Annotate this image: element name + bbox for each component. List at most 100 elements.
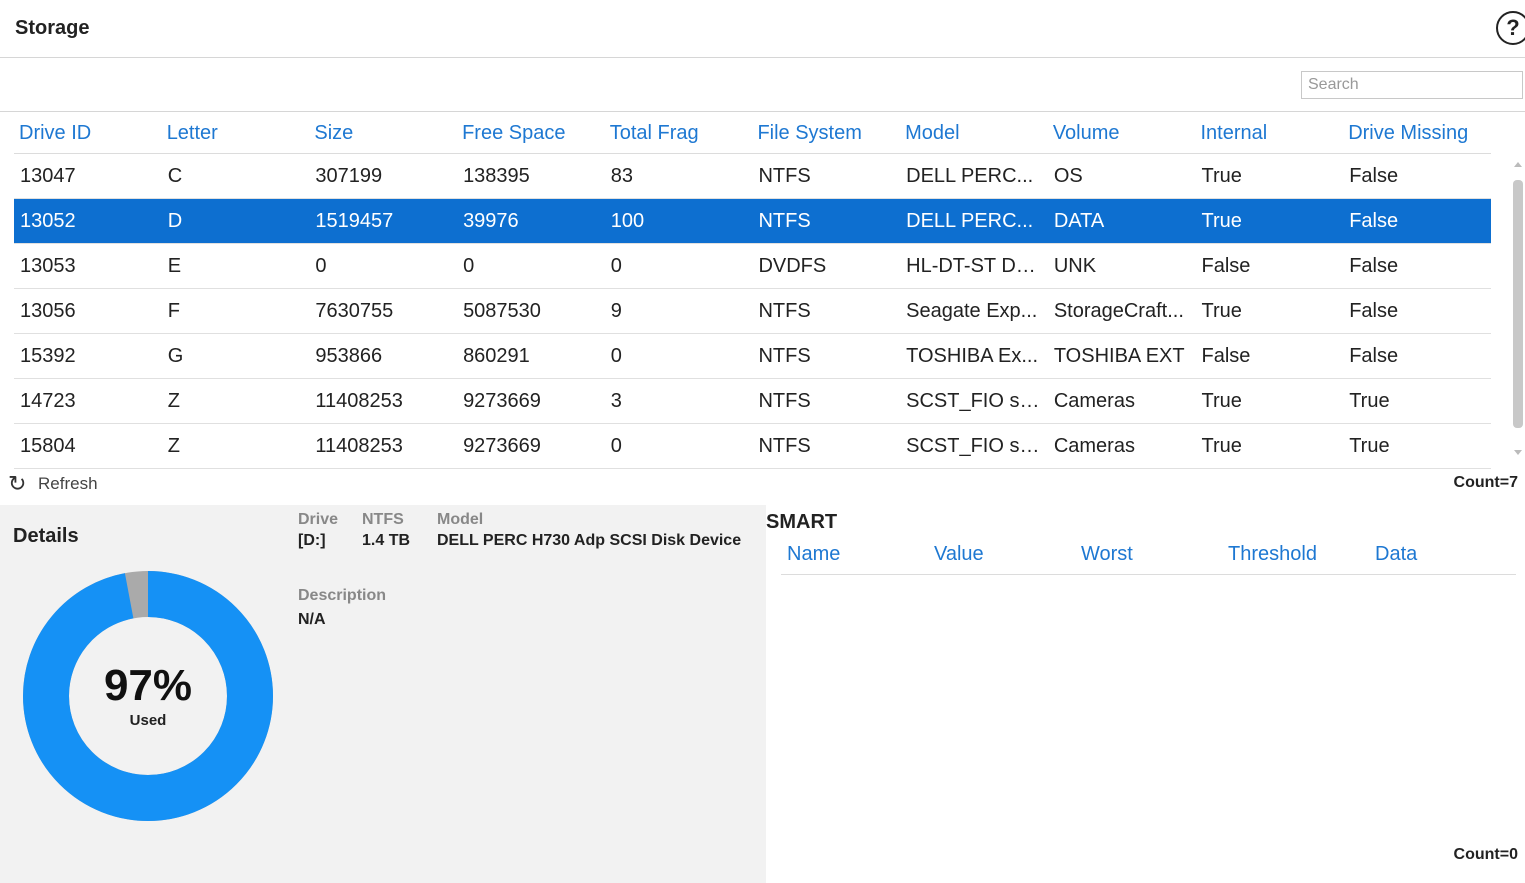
table-cell: True bbox=[1201, 300, 1242, 322]
table-cell: 1519457 bbox=[315, 210, 394, 232]
grid-body: 13047 C 307199 138395 83 NTFS DELL PERC... OS Tr… bbox=[14, 154, 1491, 469]
table-cell: False bbox=[1201, 345, 1251, 367]
table-cell: NTFS bbox=[758, 435, 811, 457]
table-cell: 15804 bbox=[20, 435, 76, 457]
table-cell: 11408253 bbox=[315, 435, 403, 457]
help-icon[interactable]: ? bbox=[1496, 11, 1525, 45]
column-header-letter[interactable]: Letter bbox=[162, 112, 310, 153]
table-cell: SCST_FIO sp... bbox=[906, 435, 1048, 457]
used-percent: 97% bbox=[103, 661, 193, 710]
table-cell: 860291 bbox=[463, 345, 530, 367]
table-cell: 9 bbox=[610, 300, 622, 322]
table-cell: False bbox=[1349, 210, 1399, 232]
table-cell: C bbox=[167, 165, 183, 187]
table-row[interactable]: 14723 Z 11408253 9273669 3 NTFS SCST_FIO sp...… bbox=[14, 379, 1491, 424]
scroll-down-arrow-icon[interactable] bbox=[1514, 450, 1522, 455]
table-cell: Seagate Exp... bbox=[906, 300, 1038, 322]
drive-grid: Drive ID Letter Size Free Space Total Fr… bbox=[14, 112, 1491, 469]
table-cell: 83 bbox=[610, 165, 633, 187]
table-cell: 3 bbox=[610, 390, 622, 412]
table-cell: 307199 bbox=[315, 165, 383, 187]
table-cell: DVDFS bbox=[758, 255, 827, 277]
table-cell: E bbox=[167, 255, 182, 277]
table-cell: HL-DT-ST DV... bbox=[906, 255, 1044, 277]
table-cell: UNK bbox=[1053, 255, 1097, 277]
description-value: N/A bbox=[298, 611, 326, 628]
table-cell: True bbox=[1201, 210, 1242, 232]
table-cell: 7630755 bbox=[315, 300, 394, 322]
table-cell: True bbox=[1201, 435, 1242, 457]
refresh-button[interactable]: ↻ Refresh bbox=[8, 472, 98, 496]
table-cell: True bbox=[1349, 390, 1390, 412]
filesystem-size-value: 1.4 TB bbox=[362, 532, 411, 549]
column-header-size[interactable]: Size bbox=[309, 112, 457, 153]
table-cell: DELL PERC... bbox=[906, 165, 1034, 187]
table-cell: 100 bbox=[610, 210, 645, 232]
drive-label: Drive bbox=[298, 511, 339, 528]
column-header-total-frag[interactable]: Total Frag bbox=[605, 112, 753, 153]
table-row[interactable]: 13053 E 0 0 0 DVDFS HL-DT-ST DV... UNK False Fals… bbox=[14, 244, 1491, 289]
refresh-icon: ↻ bbox=[8, 471, 27, 496]
table-cell: False bbox=[1349, 255, 1399, 277]
table-cell: Cameras bbox=[1053, 435, 1135, 457]
table-cell: 11408253 bbox=[315, 390, 403, 412]
table-cell: TOSHIBA Ex... bbox=[906, 345, 1039, 367]
drive-value: [D:] bbox=[298, 532, 326, 549]
table-cell: NTFS bbox=[758, 300, 811, 322]
smart-column-worst[interactable]: Worst bbox=[1075, 533, 1222, 574]
table-cell: 39976 bbox=[463, 210, 519, 232]
column-header-drive-id[interactable]: Drive ID bbox=[14, 112, 162, 153]
smart-column-value[interactable]: Value bbox=[928, 533, 1075, 574]
smart-column-data[interactable]: Data bbox=[1369, 533, 1516, 574]
table-cell: OS bbox=[1053, 165, 1083, 187]
table-cell: True bbox=[1201, 390, 1242, 412]
used-label: Used bbox=[129, 712, 167, 729]
table-cell: False bbox=[1201, 255, 1251, 277]
column-header-internal[interactable]: Internal bbox=[1196, 112, 1344, 153]
model-label: Model bbox=[437, 511, 484, 528]
table-cell: Z bbox=[167, 435, 180, 457]
filesystem-label: NTFS bbox=[362, 511, 404, 528]
scroll-thumb[interactable] bbox=[1513, 180, 1523, 428]
table-cell: NTFS bbox=[758, 390, 811, 412]
table-cell: NTFS bbox=[758, 210, 811, 232]
column-header-model[interactable]: Model bbox=[900, 112, 1048, 153]
table-cell: True bbox=[1349, 435, 1390, 457]
column-header-file-system[interactable]: File System bbox=[752, 112, 900, 153]
table-cell: 9273669 bbox=[463, 390, 541, 412]
table-cell: 138395 bbox=[463, 165, 530, 187]
search-bar bbox=[0, 58, 1525, 112]
smart-column-name[interactable]: Name bbox=[781, 533, 928, 574]
table-cell: D bbox=[167, 210, 183, 232]
table-row[interactable]: 15392 G 953866 860291 0 NTFS TOSHIBA Ex... TOSH… bbox=[14, 334, 1491, 379]
table-cell: NTFS bbox=[758, 165, 811, 187]
table-cell: 0 bbox=[610, 345, 622, 367]
table-cell: 5087530 bbox=[463, 300, 541, 322]
table-row[interactable]: 15804 Z 11408253 9273669 0 NTFS SCST_FIO sp...… bbox=[14, 424, 1491, 469]
table-cell: False bbox=[1349, 300, 1399, 322]
smart-count: Count=0 bbox=[1453, 846, 1518, 863]
table-cell: 9273669 bbox=[463, 435, 541, 457]
column-header-free-space[interactable]: Free Space bbox=[457, 112, 605, 153]
page-header: Storage ? bbox=[0, 0, 1525, 58]
smart-column-threshold[interactable]: Threshold bbox=[1222, 533, 1369, 574]
table-cell: 13047 bbox=[20, 165, 76, 187]
smart-panel: SMART Name Value Worst Threshold Data Co… bbox=[766, 505, 1525, 883]
refresh-label: Refresh bbox=[38, 474, 98, 493]
table-row[interactable]: 13047 C 307199 138395 83 NTFS DELL PERC... OS Tr… bbox=[14, 154, 1491, 199]
table-cell: False bbox=[1349, 345, 1399, 367]
table-cell: NTFS bbox=[758, 345, 811, 367]
table-cell: 0 bbox=[315, 255, 327, 277]
scroll-up-arrow-icon[interactable] bbox=[1514, 162, 1522, 167]
details-panel: Details 97% Used Drive [D:] NTFS 1.4 TB … bbox=[0, 505, 766, 883]
page-title: Storage bbox=[15, 17, 90, 39]
table-cell: 0 bbox=[463, 255, 475, 277]
grid-scrollbar[interactable] bbox=[1510, 156, 1525, 461]
table-row[interactable]: 13052 D 1519457 39976 100 NTFS DELL PERC... DAT… bbox=[14, 199, 1491, 244]
table-cell: StorageCraft... bbox=[1053, 300, 1184, 322]
column-header-drive-missing[interactable]: Drive Missing bbox=[1343, 112, 1491, 153]
column-header-volume[interactable]: Volume bbox=[1048, 112, 1196, 153]
table-cell: 15392 bbox=[20, 345, 76, 367]
table-row[interactable]: 13056 F 7630755 5087530 9 NTFS Seagate Exp... S… bbox=[14, 289, 1491, 334]
search-input[interactable] bbox=[1301, 71, 1523, 99]
